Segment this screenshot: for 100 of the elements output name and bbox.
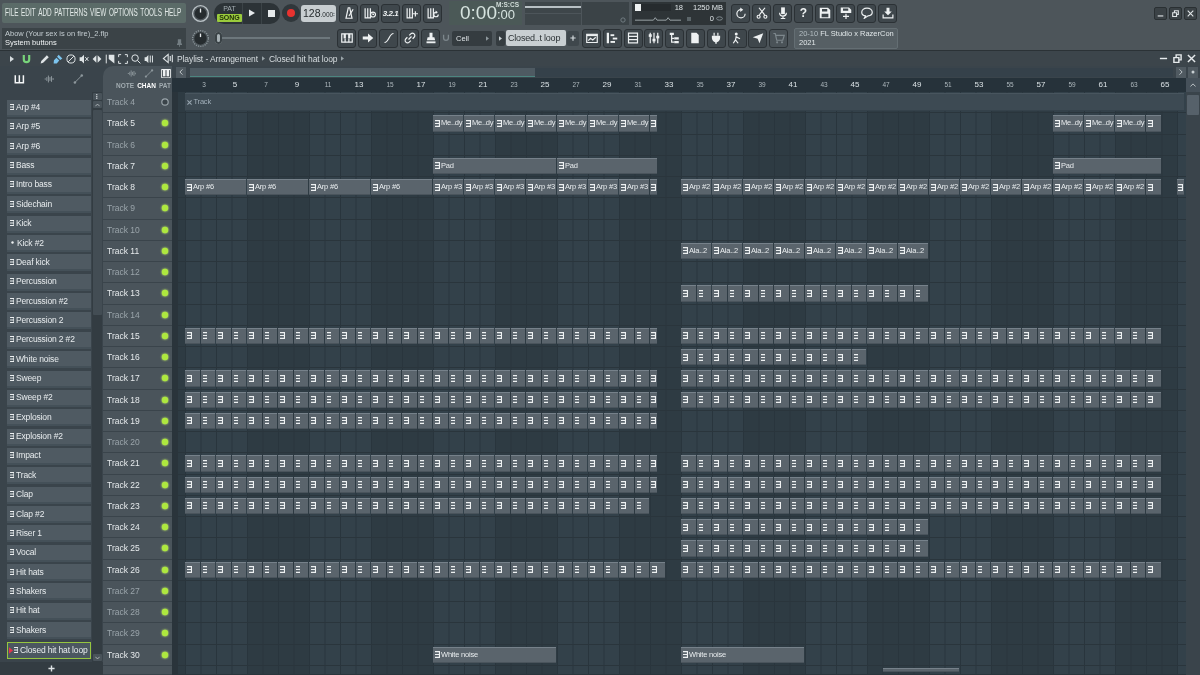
- knob[interactable]: [191, 28, 210, 48]
- cut-button[interactable]: [752, 3, 771, 23]
- playlist-button[interactable]: [582, 28, 601, 48]
- pattern-item[interactable]: Hit hat: [7, 602, 91, 620]
- mute-led[interactable]: [161, 586, 169, 595]
- typing-keyboard-button[interactable]: [337, 28, 356, 48]
- keys-icon[interactable]: [161, 69, 171, 78]
- track-header[interactable]: Track 10: [103, 219, 172, 241]
- pattern-item[interactable]: Sweep #2: [7, 389, 91, 407]
- pattern-item[interactable]: Closed hit hat loop: [7, 641, 91, 659]
- track-lane[interactable]: [178, 368, 1186, 390]
- track-header[interactable]: Track 15: [103, 325, 172, 347]
- circle-slash-icon[interactable]: [66, 53, 76, 64]
- mute-led[interactable]: [161, 523, 169, 532]
- shop-button[interactable]: [769, 28, 789, 48]
- mute-led[interactable]: [161, 374, 169, 383]
- menu-item[interactable]: TOOLS: [140, 6, 162, 20]
- track-lane[interactable]: [178, 495, 1186, 517]
- mute-led[interactable]: [161, 395, 169, 404]
- pattern-item[interactable]: Intro bass: [7, 176, 91, 194]
- keys-plus-button[interactable]: [402, 3, 421, 23]
- scroll-right-button[interactable]: [1176, 66, 1186, 78]
- download-button[interactable]: [878, 3, 897, 23]
- mute-led[interactable]: [161, 459, 169, 468]
- track-header[interactable]: Track 7: [103, 155, 172, 177]
- plugin-picker-button[interactable]: [686, 28, 705, 48]
- track-header[interactable]: Track 24: [103, 517, 172, 539]
- mute-led[interactable]: [161, 650, 169, 659]
- track-header[interactable]: Track 19: [103, 410, 172, 432]
- undo-button[interactable]: [731, 3, 750, 23]
- mute-led[interactable]: [161, 416, 169, 425]
- track-header[interactable]: Track 21: [103, 453, 172, 475]
- scrollbar-thumb[interactable]: [190, 67, 535, 77]
- pattern-item[interactable]: Percussion 2: [7, 312, 91, 330]
- track-lane[interactable]: [178, 432, 1186, 454]
- slide-button[interactable]: [379, 28, 398, 48]
- menu-item[interactable]: EDIT: [21, 6, 36, 20]
- mixer-button[interactable]: [644, 28, 664, 48]
- track-lane[interactable]: [178, 347, 1186, 369]
- mute-led[interactable]: [161, 246, 169, 255]
- speaker-icon[interactable]: [162, 53, 173, 64]
- pattern-item[interactable]: Riser 1: [7, 525, 91, 543]
- track-header[interactable]: Track 9: [103, 198, 172, 220]
- chat-button[interactable]: [857, 3, 876, 23]
- pin-icon[interactable]: [177, 38, 182, 47]
- track-header[interactable]: Track 25: [103, 538, 172, 560]
- mute-led[interactable]: [161, 204, 169, 213]
- mute-led[interactable]: [161, 119, 169, 128]
- step-edit-button[interactable]: [358, 28, 377, 48]
- pattern-item[interactable]: Explosion #2: [7, 428, 91, 446]
- track-header[interactable]: Track 20: [103, 432, 172, 454]
- save-as-button[interactable]: [836, 3, 855, 23]
- send-button[interactable]: [748, 28, 768, 48]
- caret-icon[interactable]: [341, 56, 345, 61]
- help-button[interactable]: ?: [794, 3, 813, 23]
- slider-track[interactable]: [215, 30, 330, 46]
- track-lane[interactable]: [178, 453, 1186, 475]
- caret-icon[interactable]: [261, 56, 265, 61]
- magnet-icon[interactable]: [22, 53, 31, 64]
- mute-led[interactable]: [161, 565, 169, 574]
- countdown-button[interactable]: 3.2.1: [381, 3, 400, 23]
- mute-led[interactable]: [161, 544, 169, 553]
- pattern-item[interactable]: Vocal: [7, 544, 91, 562]
- vertical-scrollbar[interactable]: [92, 92, 102, 662]
- mute-led[interactable]: [161, 289, 169, 298]
- track-header[interactable]: Track 26: [103, 559, 172, 581]
- stamp-button[interactable]: [421, 28, 440, 48]
- track-lane[interactable]: [178, 325, 1186, 347]
- pattern-item[interactable]: Impact: [7, 447, 91, 465]
- pattern-item[interactable]: Clap #2: [7, 506, 91, 524]
- add-track-button[interactable]: [48, 665, 55, 672]
- track-header[interactable]: Track 17: [103, 368, 172, 390]
- wait-button[interactable]: [360, 3, 379, 23]
- track-header[interactable]: Track 4: [103, 92, 172, 114]
- scroll-down-button[interactable]: [92, 654, 102, 661]
- track-header[interactable]: Track 14: [103, 304, 172, 326]
- pattern-item[interactable]: Bass: [7, 157, 91, 175]
- node-line-icon[interactable]: [144, 69, 154, 78]
- minimize-button[interactable]: [1154, 6, 1167, 20]
- pattern-item[interactable]: Sidechain: [7, 196, 91, 214]
- scroll-up-button[interactable]: [92, 101, 102, 108]
- node-line-icon[interactable]: [73, 74, 84, 84]
- mute-led[interactable]: [161, 310, 169, 319]
- track-lane[interactable]: [178, 665, 1186, 675]
- close-button[interactable]: [1184, 6, 1197, 20]
- mute-led[interactable]: [161, 480, 169, 489]
- restore-button[interactable]: [1169, 6, 1182, 20]
- record-audio-button[interactable]: [773, 3, 792, 23]
- menu-item[interactable]: OPTIONS: [108, 6, 138, 20]
- touch-button[interactable]: [727, 28, 747, 48]
- menu-item[interactable]: HELP: [164, 6, 182, 20]
- pattern-item[interactable]: Hit hats: [7, 564, 91, 582]
- track-header[interactable]: Track 11: [103, 240, 172, 262]
- browser-button[interactable]: [665, 28, 685, 48]
- dot-button[interactable]: [1188, 66, 1198, 78]
- track-header[interactable]: Track 22: [103, 474, 172, 496]
- caret-icon[interactable]: [10, 55, 14, 62]
- track-header[interactable]: Track 18: [103, 389, 172, 411]
- mute-led[interactable]: [161, 98, 169, 107]
- brush-icon[interactable]: [53, 53, 63, 64]
